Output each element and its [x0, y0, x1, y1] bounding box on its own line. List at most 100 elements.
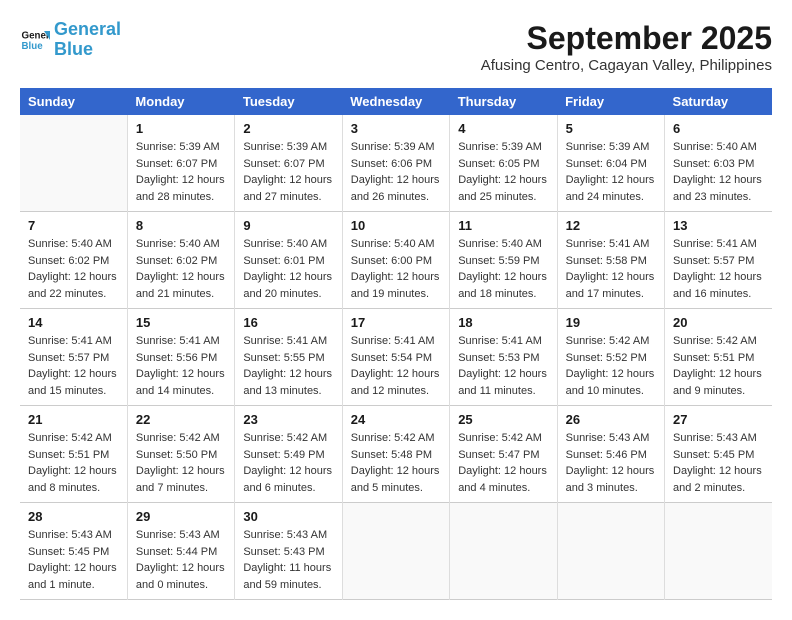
week-row-1: 1Sunrise: 5:39 AMSunset: 6:07 PMDaylight… [20, 115, 772, 212]
cell-w2-d4: 18 Sunrise: 5:41 AMSunset: 5:53 PMDayligh… [450, 309, 557, 406]
cell-w3-d0: 21 Sunrise: 5:42 AMSunset: 5:51 PMDayligh… [20, 406, 127, 503]
day-number: 2 [243, 121, 333, 136]
cell-w2-d1: 15Sunrise: 5:41 AMSunset: 5:56 PMDayligh… [127, 309, 234, 406]
week-row-2: 7 Sunrise: 5:40 AMSunset: 6:02 PMDaylight… [20, 212, 772, 309]
cell-w3-d3: 24Sunrise: 5:42 AMSunset: 5:48 PMDayligh… [342, 406, 449, 503]
cell-w0-d6: 6 Sunrise: 5:40 AMSunset: 6:03 PMDaylight… [665, 115, 772, 212]
cell-w0-d3: 3 Sunrise: 5:39 AMSunset: 6:06 PMDaylight… [342, 115, 449, 212]
cell-info: Sunrise: 5:40 AMSunset: 6:03 PMDaylight:… [673, 139, 764, 205]
cell-w4-d5 [557, 503, 664, 600]
day-number: 4 [458, 121, 548, 136]
day-number: 15 [136, 315, 226, 330]
day-number: 16 [243, 315, 333, 330]
day-number: 20 [673, 315, 764, 330]
day-number: 23 [243, 412, 333, 427]
cell-w4-d2: 30 Sunrise: 5:43 AMSunset: 5:43 PMDayligh… [235, 503, 342, 600]
cell-info: Sunrise: 5:42 AMSunset: 5:50 PMDaylight:… [136, 430, 226, 496]
top-bar: General Blue General Blue September 2025… [20, 20, 772, 78]
day-number: 3 [351, 121, 441, 136]
day-number: 24 [351, 412, 441, 427]
cell-w1-d6: 13Sunrise: 5:41 AMSunset: 5:57 PMDayligh… [665, 212, 772, 309]
cell-info: Sunrise: 5:39 AMSunset: 6:05 PMDaylight:… [458, 139, 548, 205]
col-sunday: Sunday [20, 88, 127, 115]
day-number: 27 [673, 412, 764, 427]
cell-info: Sunrise: 5:43 AMSunset: 5:45 PMDaylight:… [28, 527, 119, 593]
cell-w4-d0: 28 Sunrise: 5:43 AMSunset: 5:45 PMDayligh… [20, 503, 127, 600]
cell-w2-d5: 19 Sunrise: 5:42 AMSunset: 5:52 PMDayligh… [557, 309, 664, 406]
month-title: September 2025 [481, 20, 772, 57]
cell-w3-d6: 27 Sunrise: 5:43 AMSunset: 5:45 PMDayligh… [665, 406, 772, 503]
cell-info: Sunrise: 5:41 AMSunset: 5:57 PMDaylight:… [673, 236, 764, 302]
cell-info: Sunrise: 5:43 AMSunset: 5:43 PMDaylight:… [243, 527, 333, 593]
day-number: 22 [136, 412, 226, 427]
day-number: 17 [351, 315, 441, 330]
cell-w0-d1: 1Sunrise: 5:39 AMSunset: 6:07 PMDaylight… [127, 115, 234, 212]
col-friday: Friday [557, 88, 664, 115]
day-number: 19 [566, 315, 656, 330]
cell-w4-d6 [665, 503, 772, 600]
cell-w0-d4: 4 Sunrise: 5:39 AMSunset: 6:05 PMDaylight… [450, 115, 557, 212]
logo: General Blue General Blue [20, 20, 121, 60]
day-number: 28 [28, 509, 119, 524]
cell-info: Sunrise: 5:41 AMSunset: 5:57 PMDaylight:… [28, 333, 119, 399]
day-number: 8 [136, 218, 226, 233]
week-row-4: 21 Sunrise: 5:42 AMSunset: 5:51 PMDayligh… [20, 406, 772, 503]
cell-info: Sunrise: 5:42 AMSunset: 5:51 PMDaylight:… [28, 430, 119, 496]
day-number: 11 [458, 218, 548, 233]
cell-info: Sunrise: 5:41 AMSunset: 5:58 PMDaylight:… [566, 236, 656, 302]
day-number: 21 [28, 412, 119, 427]
cell-info: Sunrise: 5:40 AMSunset: 5:59 PMDaylight:… [458, 236, 548, 302]
cell-w3-d1: 22 Sunrise: 5:42 AMSunset: 5:50 PMDayligh… [127, 406, 234, 503]
cell-info: Sunrise: 5:39 AMSunset: 6:07 PMDaylight:… [136, 139, 226, 205]
day-number: 5 [566, 121, 656, 136]
day-number: 29 [136, 509, 226, 524]
cell-info: Sunrise: 5:40 AMSunset: 6:00 PMDaylight:… [351, 236, 441, 302]
cell-info: Sunrise: 5:42 AMSunset: 5:47 PMDaylight:… [458, 430, 548, 496]
header-right: September 2025 Afusing Centro, Cagayan V… [481, 20, 772, 74]
cell-w4-d4 [450, 503, 557, 600]
calendar-header-row: Sunday Monday Tuesday Wednesday Thursday… [20, 88, 772, 115]
logo-text: General Blue [54, 20, 121, 60]
logo-general: General [54, 19, 121, 39]
cell-w3-d5: 26 Sunrise: 5:43 AMSunset: 5:46 PMDayligh… [557, 406, 664, 503]
day-number: 10 [351, 218, 441, 233]
cell-w1-d2: 9 Sunrise: 5:40 AMSunset: 6:01 PMDaylight… [235, 212, 342, 309]
calendar-table: Sunday Monday Tuesday Wednesday Thursday… [20, 88, 772, 600]
logo-blue: Blue [54, 39, 93, 59]
logo-icon: General Blue [20, 25, 50, 55]
day-number: 14 [28, 315, 119, 330]
day-number: 7 [28, 218, 119, 233]
day-number: 12 [566, 218, 656, 233]
day-number: 30 [243, 509, 333, 524]
week-row-5: 28 Sunrise: 5:43 AMSunset: 5:45 PMDayligh… [20, 503, 772, 600]
cell-info: Sunrise: 5:40 AMSunset: 6:02 PMDaylight:… [136, 236, 226, 302]
cell-w2-d3: 17 Sunrise: 5:41 AMSunset: 5:54 PMDayligh… [342, 309, 449, 406]
cell-info: Sunrise: 5:41 AMSunset: 5:54 PMDaylight:… [351, 333, 441, 399]
col-monday: Monday [127, 88, 234, 115]
cell-info: Sunrise: 5:39 AMSunset: 6:07 PMDaylight:… [243, 139, 333, 205]
svg-text:Blue: Blue [22, 41, 44, 52]
cell-info: Sunrise: 5:42 AMSunset: 5:52 PMDaylight:… [566, 333, 656, 399]
cell-w3-d2: 23 Sunrise: 5:42 AMSunset: 5:49 PMDayligh… [235, 406, 342, 503]
day-number: 18 [458, 315, 548, 330]
cell-info: Sunrise: 5:43 AMSunset: 5:44 PMDaylight:… [136, 527, 226, 593]
cell-info: Sunrise: 5:43 AMSunset: 5:46 PMDaylight:… [566, 430, 656, 496]
day-number: 9 [243, 218, 333, 233]
cell-w4-d1: 29 Sunrise: 5:43 AMSunset: 5:44 PMDayligh… [127, 503, 234, 600]
day-number: 6 [673, 121, 764, 136]
cell-w3-d4: 25Sunrise: 5:42 AMSunset: 5:47 PMDayligh… [450, 406, 557, 503]
cell-w2-d2: 16 Sunrise: 5:41 AMSunset: 5:55 PMDayligh… [235, 309, 342, 406]
day-number: 26 [566, 412, 656, 427]
cell-info: Sunrise: 5:41 AMSunset: 5:55 PMDaylight:… [243, 333, 333, 399]
col-saturday: Saturday [665, 88, 772, 115]
col-tuesday: Tuesday [235, 88, 342, 115]
cell-info: Sunrise: 5:39 AMSunset: 6:06 PMDaylight:… [351, 139, 441, 205]
cell-w1-d0: 7Sunrise: 5:40 AMSunset: 6:02 PMDaylight… [20, 212, 127, 309]
cell-info: Sunrise: 5:42 AMSunset: 5:49 PMDaylight:… [243, 430, 333, 496]
cell-info: Sunrise: 5:43 AMSunset: 5:45 PMDaylight:… [673, 430, 764, 496]
cell-info: Sunrise: 5:40 AMSunset: 6:01 PMDaylight:… [243, 236, 333, 302]
cell-info: Sunrise: 5:39 AMSunset: 6:04 PMDaylight:… [566, 139, 656, 205]
cell-w2-d6: 20Sunrise: 5:42 AMSunset: 5:51 PMDayligh… [665, 309, 772, 406]
col-wednesday: Wednesday [342, 88, 449, 115]
cell-info: Sunrise: 5:41 AMSunset: 5:53 PMDaylight:… [458, 333, 548, 399]
